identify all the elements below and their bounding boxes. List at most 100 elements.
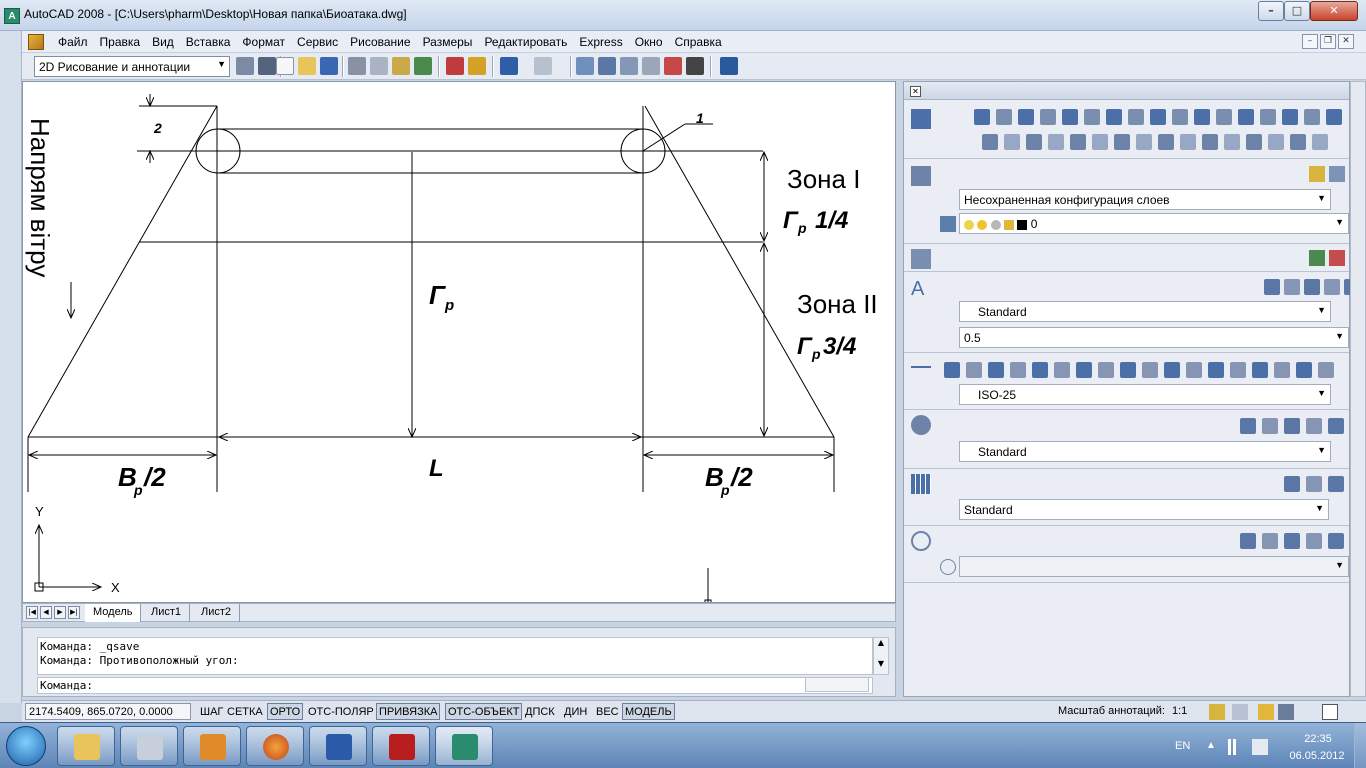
tab-layout1[interactable]: Лист1 xyxy=(143,604,191,622)
extend-icon[interactable] xyxy=(1202,134,1218,150)
offset-icon[interactable] xyxy=(1048,134,1064,150)
menu-item-1[interactable]: Правка xyxy=(94,35,147,49)
align-leaders-icon[interactable] xyxy=(1306,418,1322,434)
taskbar-calculator[interactable] xyxy=(120,726,178,766)
tab-model[interactable]: Модель xyxy=(85,604,142,622)
taskbar-library[interactable] xyxy=(183,726,241,766)
sheet-set-icon[interactable] xyxy=(642,57,660,75)
dim-space-icon[interactable] xyxy=(1186,362,1202,378)
scroll-down-icon[interactable]: ▼ xyxy=(874,659,888,668)
array-icon[interactable] xyxy=(1070,134,1086,150)
drawing-svg[interactable]: Напрям вітру 2 1 Зона I Г р 1/4 Зона II … xyxy=(23,82,896,603)
collect-leaders-icon[interactable] xyxy=(1328,418,1344,434)
dimension-panel-icon[interactable] xyxy=(911,366,931,370)
language-indicator[interactable]: EN xyxy=(1175,740,1190,752)
add-leader-icon[interactable] xyxy=(1262,418,1278,434)
clock-time[interactable]: 22:35 xyxy=(1290,733,1346,745)
spell-check-icon[interactable] xyxy=(1324,279,1340,295)
palette-close-button[interactable]: ✕ xyxy=(910,86,921,97)
osnap-mode-button[interactable]: ПРИВЯЗКА xyxy=(376,703,441,720)
circle-icon[interactable] xyxy=(1106,109,1122,125)
cut-icon[interactable] xyxy=(446,57,464,75)
taskbar-autocad[interactable] xyxy=(435,726,493,766)
zoom-window-icon[interactable] xyxy=(1284,533,1300,549)
start-button[interactable] xyxy=(6,726,46,766)
drawing-canvas[interactable]: Напрям вітру 2 1 Зона I Г р 1/4 Зона II … xyxy=(22,81,896,603)
make-current-layer-icon[interactable] xyxy=(940,216,956,232)
menu-item-7[interactable]: Размеры xyxy=(417,35,479,49)
polyline-icon[interactable] xyxy=(1018,109,1034,125)
dim-baseline-icon[interactable] xyxy=(1142,362,1158,378)
match-properties-icon[interactable] xyxy=(468,57,486,75)
grid-mode-button[interactable]: СЕТКА xyxy=(224,703,266,720)
doc-minimize-button[interactable]: – xyxy=(1302,34,1318,49)
text-single-line-icon[interactable] xyxy=(1264,279,1280,295)
dim-angular-icon[interactable] xyxy=(1098,362,1114,378)
redo-icon[interactable] xyxy=(534,57,552,75)
tab-next-button[interactable]: ▶ xyxy=(54,606,66,619)
insert-block-icon[interactable] xyxy=(1309,250,1325,266)
markup-icon[interactable] xyxy=(664,57,682,75)
calculator-icon[interactable] xyxy=(686,57,704,75)
data-extraction-icon[interactable] xyxy=(1328,476,1344,492)
tab-last-button[interactable]: ▶| xyxy=(68,606,80,619)
rectangle-icon[interactable] xyxy=(1062,109,1078,125)
trim-icon[interactable] xyxy=(1180,134,1196,150)
chamfer-icon[interactable] xyxy=(1268,134,1284,150)
scroll-up-icon[interactable]: ▲ xyxy=(874,638,888,647)
quick-dim-icon[interactable] xyxy=(1120,362,1136,378)
taskbar-acrobat[interactable] xyxy=(372,726,430,766)
layer-properties-icon[interactable] xyxy=(1309,166,1325,182)
center-mark-icon[interactable] xyxy=(1252,362,1268,378)
menu-item-8[interactable]: Редактировать xyxy=(478,35,573,49)
open-folder-icon[interactable] xyxy=(298,57,316,75)
remove-leader-icon[interactable] xyxy=(1284,418,1300,434)
help-icon[interactable] xyxy=(720,57,738,75)
snap-mode-button[interactable]: ШАГ xyxy=(197,703,226,720)
workspace-select[interactable]: 2D Рисование и аннотации ▼ xyxy=(34,56,230,77)
undo-icon[interactable] xyxy=(500,57,518,75)
maximize-button[interactable]: □ xyxy=(1284,1,1310,21)
menu-item-6[interactable]: Рисование xyxy=(344,35,416,49)
publish-icon[interactable] xyxy=(392,57,410,75)
jogged-linear-icon[interactable] xyxy=(1296,362,1312,378)
line-icon[interactable] xyxy=(974,109,990,125)
taskbar-word[interactable] xyxy=(309,726,367,766)
dim-linear-icon[interactable] xyxy=(944,362,960,378)
auto-scale-icon[interactable] xyxy=(1232,704,1248,720)
palette-scrollbar[interactable] xyxy=(1350,81,1366,697)
model-space-button[interactable]: МОДЕЛЬ xyxy=(622,703,675,720)
erase-icon[interactable] xyxy=(982,134,998,150)
otrack-mode-button[interactable]: ОТС-ОБЪЕКТ xyxy=(445,703,523,720)
previous-view-icon[interactable] xyxy=(940,559,956,575)
toolbar-lock-icon[interactable] xyxy=(258,57,276,75)
annotation-visibility-icon[interactable] xyxy=(1209,704,1225,720)
text-panel-icon[interactable]: A xyxy=(911,279,931,299)
mirror-icon[interactable] xyxy=(1026,134,1042,150)
menu-item-4[interactable]: Формат xyxy=(236,35,291,49)
taskbar-explorer[interactable] xyxy=(57,726,115,766)
tool-palettes-icon[interactable] xyxy=(620,57,638,75)
data-link-icon[interactable] xyxy=(1306,476,1322,492)
layer-config-select[interactable]: Несохраненная конфигурация слоев ▼ xyxy=(959,189,1331,210)
3d-dwf-icon[interactable] xyxy=(414,57,432,75)
command-horizontal-scrollbar[interactable] xyxy=(805,677,869,692)
dim-edit-icon[interactable] xyxy=(1318,362,1334,378)
layers-panel-icon[interactable] xyxy=(911,166,931,186)
document-icon[interactable] xyxy=(28,34,44,50)
text-scale-icon[interactable] xyxy=(1284,279,1300,295)
inspect-icon[interactable] xyxy=(1274,362,1290,378)
fillet-icon[interactable] xyxy=(1290,134,1306,150)
construction-line-icon[interactable] xyxy=(996,109,1012,125)
tab-first-button[interactable]: |◀ xyxy=(26,606,38,619)
pan-icon[interactable] xyxy=(1240,533,1256,549)
table-icon[interactable] xyxy=(1284,476,1300,492)
point-icon[interactable] xyxy=(1260,109,1276,125)
dim-jogged-icon[interactable] xyxy=(1054,362,1070,378)
properties-icon[interactable] xyxy=(576,57,594,75)
zoom-realtime-icon[interactable] xyxy=(1262,533,1278,549)
multileader-icon[interactable] xyxy=(1240,418,1256,434)
coordinate-readout[interactable]: 2174.5409, 865.0720, 0.0000 xyxy=(25,703,191,720)
dim-arc-icon[interactable] xyxy=(988,362,1004,378)
workspace-settings-icon[interactable] xyxy=(236,57,254,75)
